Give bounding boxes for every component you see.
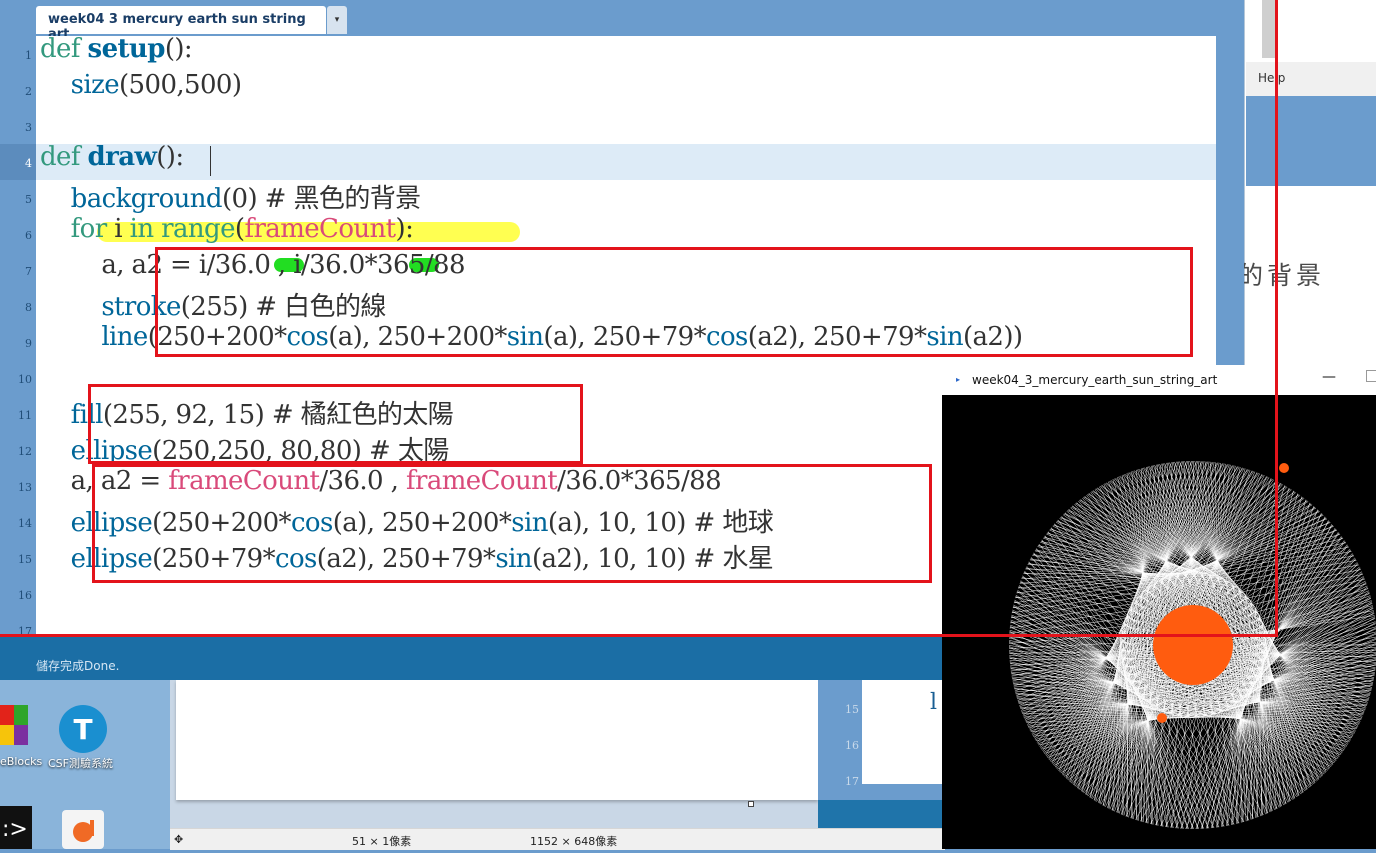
paint-statusbar: ✥ 51 × 1像素 1152 × 648像素: [170, 828, 945, 850]
csf-label: CSF測驗系統: [48, 757, 113, 770]
svg-text:T: T: [73, 713, 92, 746]
codeblocks-icon[interactable]: [0, 703, 30, 749]
bg-line-number: 16: [845, 739, 859, 752]
move-icon: ✥: [174, 833, 184, 846]
background-editor-status: [818, 800, 944, 828]
earth-circle: [1279, 463, 1289, 473]
bg-line-number: 15: [845, 703, 859, 716]
bg-line-number: 17: [845, 775, 859, 788]
mercury-circle: [1157, 713, 1167, 723]
svg-text::>: :>: [2, 817, 28, 842]
editor-status-bar: [0, 636, 944, 680]
cursor-position: 51 × 1像素: [352, 835, 412, 848]
minimize-button[interactable]: —: [1322, 369, 1336, 385]
canvas-resize-handle[interactable]: [748, 801, 754, 807]
maximize-button[interactable]: [1366, 370, 1376, 382]
bg-code-text: l: [930, 690, 938, 715]
paint-canvas[interactable]: [176, 680, 818, 800]
canvas-size: 1152 × 648像素: [530, 835, 618, 848]
codeblocks-label: eBlocks: [0, 755, 43, 768]
status-message: 儲存完成Done.: [36, 659, 120, 673]
app-icon[interactable]: :>: [0, 806, 32, 849]
paint-app-icon[interactable]: [62, 810, 104, 849]
annotation-box-outer: [0, 0, 1278, 637]
csf-icon[interactable]: T: [58, 704, 108, 754]
